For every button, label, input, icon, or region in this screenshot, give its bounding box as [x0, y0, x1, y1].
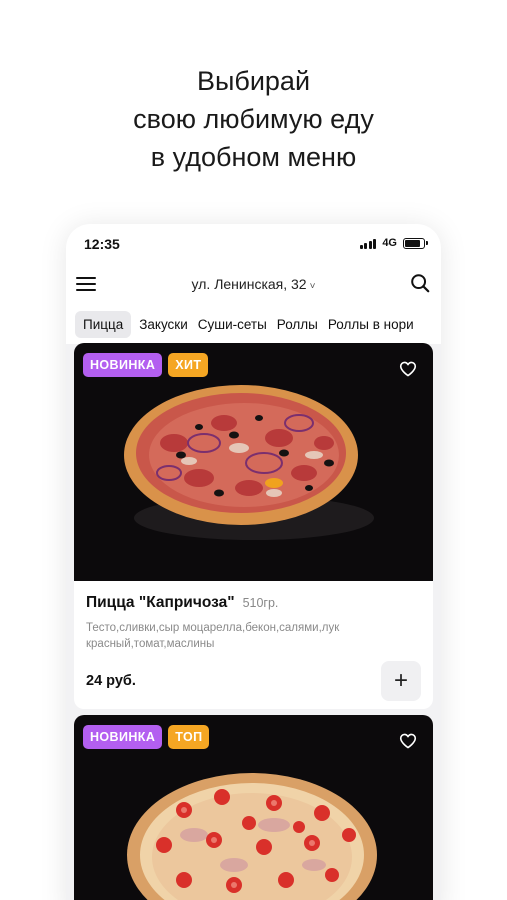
badge-new: НОВИНКА — [83, 725, 163, 749]
promo-headline: Выбирай свою любимую еду в удобном меню — [0, 62, 507, 176]
headline-line-3: в удобном меню — [150, 142, 357, 172]
phone-screen: 12:35 4G ул. Ленинская, 32 ˅ Пицца Закуск… — [66, 224, 441, 900]
heart-icon[interactable] — [399, 361, 417, 377]
tab-pizza[interactable]: Пицца — [75, 310, 132, 338]
headline-line-1: Выбирай — [196, 66, 311, 96]
product-card[interactable]: НОВИНКА ТОП — [74, 715, 433, 900]
tab-sushi-sets[interactable]: Суши-сеты — [196, 311, 269, 338]
signal-icon — [359, 238, 377, 249]
badge-hit: ХИТ — [168, 353, 209, 377]
pizza-capricciosa-image — [124, 385, 374, 540]
product-name: Пицца "Капричоза" — [86, 594, 235, 611]
headline-line-2: свою любимую еду — [133, 104, 374, 134]
product-photo: НОВИНКА ТОП — [74, 715, 433, 900]
add-to-cart-button[interactable]: + — [381, 661, 421, 701]
status-bar: 12:35 4G — [66, 224, 441, 264]
category-tabs: Пицца Закуски Суши-сеты Роллы Роллы в но… — [66, 304, 441, 344]
address-label: ул. Ленинская, 32 — [191, 276, 307, 292]
product-weight: 510гр. — [242, 596, 279, 610]
tab-rolls[interactable]: Роллы — [275, 311, 320, 338]
search-icon[interactable] — [409, 272, 431, 294]
badge-new: НОВИНКА — [83, 353, 163, 377]
address-selector[interactable]: ул. Ленинская, 32 ˅ — [66, 276, 441, 292]
tab-snacks[interactable]: Закуски — [137, 311, 190, 338]
status-time: 12:35 — [84, 236, 120, 252]
product-price: 24 руб. — [86, 673, 136, 689]
heart-icon[interactable] — [399, 733, 417, 749]
app-header: ул. Ленинская, 32 ˅ — [66, 264, 441, 304]
product-card[interactable]: НОВИНКА ХИТ Пицца "Капричоза" 510гр. Тес… — [74, 343, 433, 709]
chevron-down-icon: ˅ — [309, 281, 316, 292]
product-photo: НОВИНКА ХИТ — [74, 343, 433, 581]
battery-icon — [403, 237, 428, 249]
badge-top: ТОП — [168, 725, 210, 749]
network-type: 4G — [382, 237, 397, 249]
tab-nori-rolls[interactable]: Роллы в нори — [326, 311, 416, 338]
product-description: Тесто,сливки,сыр моцарелла,бекон,салями,… — [86, 622, 340, 650]
